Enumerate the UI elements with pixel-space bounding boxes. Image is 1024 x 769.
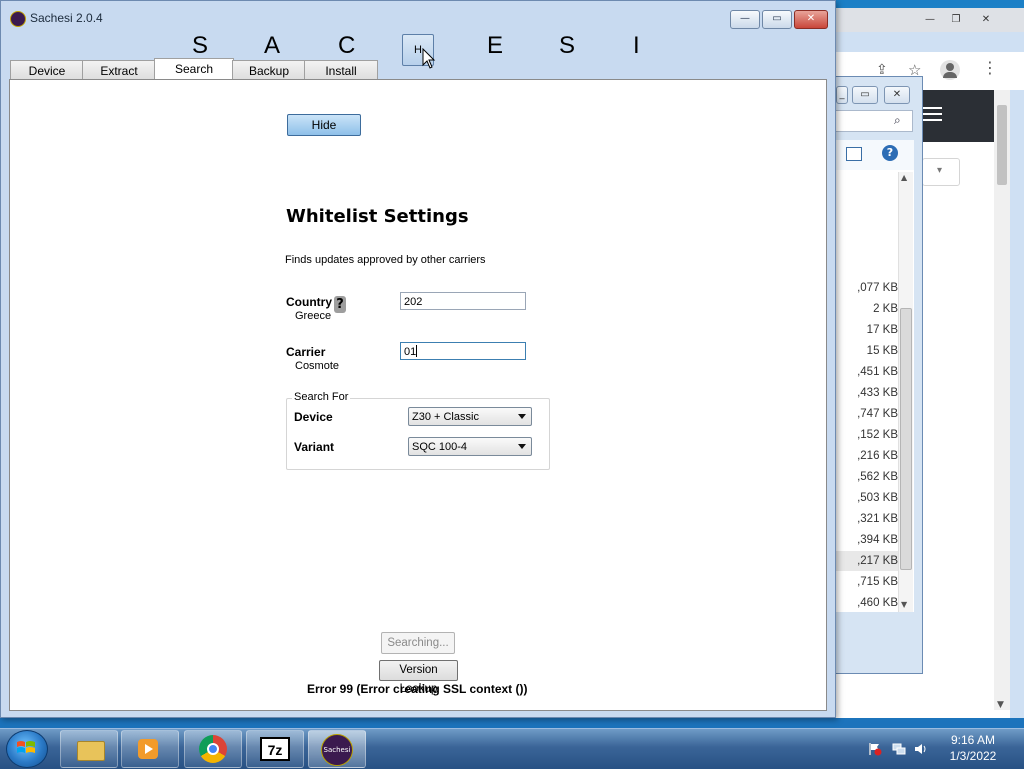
- preview-pane-icon[interactable]: [846, 147, 862, 161]
- profile-avatar-icon[interactable]: [940, 60, 960, 80]
- taskbar-media-button[interactable]: [121, 730, 179, 768]
- folder-icon: [77, 741, 105, 761]
- clock-time: 9:16 AM: [950, 733, 996, 747]
- chevron-down-icon: [518, 414, 526, 419]
- tab-bar: Device Extract Search Backup Install: [10, 58, 826, 80]
- explorer-maximize-button[interactable]: ▭: [852, 86, 878, 104]
- carrier-field[interactable]: 01: [400, 342, 526, 360]
- file-size-cell[interactable]: ,152 KB: [836, 425, 898, 445]
- file-size-cell[interactable]: 15 KB: [836, 341, 898, 361]
- file-size-cell[interactable]: ,433 KB: [836, 383, 898, 403]
- file-size-cell[interactable]: ,451 KB: [836, 362, 898, 382]
- tab-device[interactable]: Device: [10, 60, 84, 79]
- section-title: Whitelist Settings: [286, 206, 469, 227]
- scroll-up-arrow-icon[interactable]: ▲: [901, 173, 907, 182]
- section-subtitle: Finds updates approved by other carriers: [285, 254, 486, 266]
- browser-close-button[interactable]: ✕: [974, 12, 998, 28]
- text-caret: [416, 345, 418, 357]
- explorer-toolbar: ?: [836, 140, 914, 171]
- chevron-down-icon: ▾: [937, 165, 943, 176]
- tab-install[interactable]: Install: [304, 60, 378, 79]
- country-help-icon[interactable]: ?: [334, 296, 346, 313]
- file-size-cell[interactable]: ,503 KB: [836, 488, 898, 508]
- network-icon[interactable]: [892, 742, 906, 756]
- taskbar-chrome-button[interactable]: [184, 730, 242, 768]
- close-button[interactable]: ✕: [794, 10, 828, 29]
- minimize-button[interactable]: —: [730, 10, 760, 29]
- header-letter-a: A: [264, 32, 281, 59]
- header-letter-c: C: [338, 32, 356, 59]
- device-select[interactable]: Z30 + Classic: [408, 407, 532, 426]
- tab-extract[interactable]: Extract: [82, 60, 156, 79]
- taskbar-sachesi-button[interactable]: Sachesi: [308, 730, 366, 768]
- variant-label: Variant: [294, 440, 335, 454]
- help-icon[interactable]: ?: [882, 145, 898, 161]
- file-size-cell[interactable]: ,077 KB: [836, 278, 898, 298]
- 7zip-icon: 7z: [260, 737, 290, 761]
- maximize-button[interactable]: ▭: [762, 10, 792, 29]
- clock-date: 1/3/2022: [949, 749, 997, 763]
- file-size-cell[interactable]: 17 KB: [836, 320, 898, 340]
- device-label: Device: [294, 410, 333, 424]
- country-name: Greece: [295, 310, 332, 322]
- window-title: Sachesi 2.0.4: [30, 11, 103, 25]
- action-center-flag-icon[interactable]: [868, 742, 882, 756]
- file-size-cell[interactable]: 2 KB: [836, 299, 898, 319]
- search-for-title: Search For: [292, 391, 351, 403]
- file-size-cell[interactable]: ,747 KB: [836, 404, 898, 424]
- variant-select[interactable]: SQC 100-4: [408, 437, 532, 456]
- carrier-field-value: 01: [404, 346, 417, 358]
- tab-backup[interactable]: Backup: [232, 60, 306, 79]
- explorer-search-input[interactable]: ⌕: [836, 110, 913, 132]
- error-message: Error 99 (Error creating SSL context ()): [307, 682, 528, 696]
- file-size-cell[interactable]: ,562 KB: [836, 467, 898, 487]
- taskbar-7zip-button[interactable]: 7z: [246, 730, 304, 768]
- volume-icon[interactable]: [914, 742, 928, 756]
- searching-button[interactable]: Searching...: [381, 632, 455, 654]
- explorer-minimize-button[interactable]: _: [836, 86, 848, 104]
- scroll-down-arrow-icon[interactable]: ▼: [997, 700, 1004, 710]
- country-label: Country: [286, 295, 332, 309]
- country-field[interactable]: 202: [400, 292, 526, 310]
- header-letter-s: S: [192, 32, 209, 59]
- header-letter-i: I: [633, 32, 640, 59]
- header-letter-e: E: [487, 32, 504, 59]
- browser-menu-icon[interactable]: ⋮: [982, 60, 998, 76]
- tab-search[interactable]: Search: [154, 58, 234, 80]
- taskbar-explorer-button[interactable]: [60, 730, 118, 768]
- carrier-label: Carrier: [286, 345, 326, 359]
- scroll-down-arrow-icon[interactable]: ▼: [901, 600, 907, 609]
- windows-logo-icon: [17, 741, 35, 753]
- clock[interactable]: 9:16 AM 1/3/2022: [938, 732, 1008, 764]
- explorer-close-button[interactable]: ✕: [884, 86, 910, 104]
- header-letter-s2: S: [559, 32, 576, 59]
- explorer-titlebar: _ ▭ ✕: [836, 82, 922, 104]
- file-size-cell[interactable]: ,321 KB: [836, 509, 898, 529]
- hide-button[interactable]: Hide: [287, 114, 361, 136]
- browser-titlebar: — ❐ ✕: [836, 8, 1024, 32]
- sachesi-icon: Sachesi: [321, 734, 353, 766]
- file-size-cell[interactable]: ,394 KB: [836, 530, 898, 550]
- search-panel: [9, 79, 827, 711]
- chrome-icon: [199, 735, 227, 763]
- file-size-cell[interactable]: ,460 KB: [836, 593, 898, 613]
- explorer-scrollbar-thumb[interactable]: [900, 308, 912, 570]
- browser-minimize-button[interactable]: —: [918, 12, 942, 28]
- file-size-cell[interactable]: ,715 KB: [836, 572, 898, 592]
- browser-restore-button[interactable]: ❐: [944, 12, 968, 28]
- version-lookup-button[interactable]: Version Lookup: [379, 660, 458, 695]
- file-size-cell[interactable]: ,216 KB: [836, 446, 898, 466]
- variant-select-value: SQC 100-4: [412, 441, 468, 453]
- browser-scrollbar-thumb[interactable]: [997, 105, 1007, 185]
- file-size-cell[interactable]: ,217 KB: [836, 551, 898, 571]
- search-icon: ⌕: [894, 113, 901, 127]
- sachesi-logo-icon: [10, 11, 26, 27]
- carrier-name: Cosmote: [295, 360, 340, 372]
- chevron-down-icon: [518, 444, 526, 449]
- site-dropdown[interactable]: ▾: [922, 158, 960, 186]
- hamburger-menu-icon[interactable]: [920, 103, 942, 121]
- device-select-value: Z30 + Classic: [412, 411, 479, 423]
- media-player-icon: [138, 739, 158, 759]
